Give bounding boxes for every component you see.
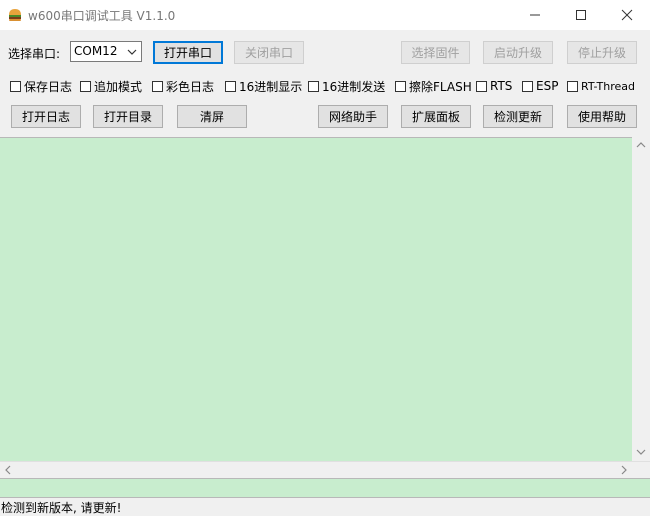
start-upgrade-button[interactable]: 启动升级 [483,41,553,64]
checkbox-label: ESP [536,79,559,93]
checkbox-box [522,80,533,92]
append-mode-checkbox[interactable]: 追加模式 [80,78,142,94]
scroll-down-icon[interactable] [636,448,646,456]
vertical-scrollbar[interactable] [632,137,650,461]
status-bar: 检测到新版本, 请更新! [0,498,650,515]
chevron-down-icon [127,49,137,55]
send-input[interactable] [0,478,650,498]
checkbox-box [10,80,21,92]
checkbox-label: 追加模式 [94,79,143,94]
select-firmware-button[interactable]: 选择固件 [401,41,470,64]
scroll-up-icon[interactable] [636,141,646,149]
color-log-checkbox[interactable]: 彩色日志 [152,78,214,94]
extension-panel-button[interactable]: 扩展面板 [401,105,471,128]
port-label: 选择串口: [8,47,61,61]
scroll-left-icon[interactable] [4,465,12,475]
esp-checkbox[interactable]: ESP [522,78,558,94]
checkbox-label: RTS [490,79,513,93]
minimize-button[interactable] [512,0,558,30]
clear-screen-button[interactable]: 清屏 [177,105,247,128]
rts-checkbox[interactable]: RTS [476,78,512,94]
checkbox-box [567,80,578,92]
window-title: w600串口调试工具 V1.1.0 [28,9,176,23]
horizontal-scrollbar[interactable] [0,461,650,478]
checkbox-label: 保存日志 [24,79,73,94]
hex-send-checkbox[interactable]: 16进制发送 [308,78,385,94]
maximize-icon [576,10,586,20]
open-port-button[interactable]: 打开串口 [153,41,223,64]
title-bar[interactable]: w600串口调试工具 V1.1.0 [0,0,650,30]
minimize-icon [530,14,540,16]
checkbox-box [308,80,319,92]
network-helper-button[interactable]: 网络助手 [318,105,388,128]
maximize-button[interactable] [558,0,604,30]
checkbox-box [476,80,487,92]
checkbox-label: 擦除FLASH [409,79,472,94]
rt-thread-checkbox[interactable]: RT-Thread [567,78,635,94]
stop-upgrade-button[interactable]: 停止升级 [567,41,637,64]
checkbox-label: 16进制显示 [239,79,303,94]
scroll-right-icon[interactable] [620,465,628,475]
checkbox-label: 16进制发送 [322,79,386,94]
port-select[interactable]: COM12 [70,41,142,62]
check-update-button[interactable]: 检测更新 [483,105,553,128]
port-select-value: COM12 [74,44,118,58]
close-icon [621,9,633,21]
checkbox-box [80,80,91,92]
erase-flash-checkbox[interactable]: 擦除FLASH [395,78,472,94]
checkbox-box [152,80,163,92]
open-dir-button[interactable]: 打开目录 [93,105,163,128]
checkbox-box [225,80,236,92]
close-button[interactable] [604,0,650,30]
close-port-button[interactable]: 关闭串口 [234,41,304,64]
log-output-area[interactable] [0,137,632,461]
hex-display-checkbox[interactable]: 16进制显示 [225,78,302,94]
save-log-checkbox[interactable]: 保存日志 [10,78,72,94]
checkbox-box [395,80,406,92]
hamburger-icon [9,9,21,21]
checkbox-label: RT-Thread [581,79,635,93]
status-message: 检测到新版本, 请更新! [1,501,122,515]
checkbox-label: 彩色日志 [166,79,215,94]
help-button[interactable]: 使用帮助 [567,105,637,128]
open-log-button[interactable]: 打开日志 [11,105,81,128]
